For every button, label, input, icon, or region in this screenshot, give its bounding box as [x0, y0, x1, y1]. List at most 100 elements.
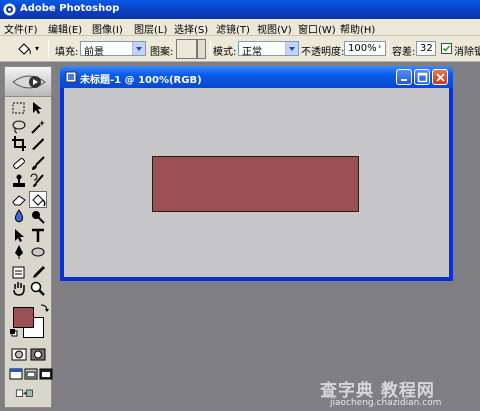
clone-stamp-tool[interactable] [10, 173, 28, 190]
marquee-icon [12, 102, 25, 114]
chevron-down-icon [132, 42, 145, 55]
fill-source-value: 前景 [84, 47, 104, 58]
menu-filter[interactable]: 滤镜(T) [216, 21, 250, 36]
eraser-icon [12, 195, 26, 206]
blend-mode-dropdown[interactable]: 正常 [238, 41, 299, 58]
standard-mode-icon [11, 348, 27, 361]
minimize-icon [401, 79, 407, 81]
move-tool[interactable] [29, 100, 47, 117]
toolbox-header[interactable] [5, 67, 51, 97]
notes-icon [12, 266, 25, 279]
screen-mode-full-button[interactable] [37, 365, 53, 382]
menu-help[interactable]: 帮助(H) [340, 21, 375, 36]
checkmark-icon [442, 45, 451, 52]
screen-mode-standard-button[interactable] [7, 365, 23, 382]
hand-tool[interactable] [10, 280, 28, 297]
lasso-icon [12, 120, 26, 134]
mode-label: 模式: [213, 47, 237, 58]
eraser-tool[interactable] [10, 191, 28, 208]
imageready-icon [15, 389, 33, 397]
pattern-label: 图案: [150, 47, 174, 58]
document-canvas[interactable] [64, 88, 449, 277]
history-brush-tool[interactable] [29, 173, 47, 190]
quick-mask-icon [30, 348, 46, 361]
pen-tool[interactable] [10, 243, 28, 260]
dodge-tool[interactable] [29, 208, 47, 225]
hand-icon [13, 282, 25, 296]
menu-file[interactable]: 文件(F) [4, 21, 38, 36]
tolerance-label: 容差: [392, 47, 416, 58]
healing-brush-tool[interactable] [10, 155, 28, 172]
photoshop-app-icon [3, 3, 16, 16]
opacity-slider-arrow[interactable]: › [378, 42, 381, 51]
path-select-icon [15, 229, 24, 242]
dodge-icon [32, 211, 45, 224]
filled-rectangle-selection [152, 156, 359, 212]
brush-icon [32, 156, 45, 170]
standard-mode-button[interactable] [10, 346, 28, 363]
move-icon [33, 102, 42, 114]
close-button[interactable] [432, 69, 448, 85]
pattern-picker-button[interactable] [197, 39, 206, 59]
clone-stamp-icon [13, 174, 25, 187]
minimize-button[interactable] [396, 69, 412, 85]
foreground-color-swatch[interactable] [13, 307, 34, 328]
eyedropper-tool[interactable] [29, 264, 47, 281]
tool-preset-dropdown-arrow[interactable]: ▾ [35, 44, 39, 53]
magic-wand-icon [31, 120, 45, 134]
screen-mode-full-menu-button[interactable] [22, 365, 38, 382]
menu-view[interactable]: 视图(V) [257, 21, 292, 36]
slice-icon [32, 138, 44, 150]
tolerance-value: 32 [420, 43, 433, 54]
app-title-bar: Adobe Photoshop [0, 0, 480, 19]
healing-brush-icon [13, 158, 25, 169]
pattern-swatch[interactable] [176, 39, 197, 59]
options-separator [210, 40, 211, 58]
paint-bucket-tool-preset-icon[interactable] [16, 41, 32, 57]
menu-window[interactable]: 窗口(W) [298, 21, 336, 36]
document-title-bar[interactable]: 未标题-1 @ 100%(RGB) [60, 66, 453, 88]
notes-tool[interactable] [10, 264, 28, 281]
document-title: 未标题-1 @ 100%(RGB) [80, 75, 202, 86]
options-separator [388, 40, 389, 58]
blur-tool[interactable] [10, 208, 28, 225]
blur-icon [14, 209, 24, 223]
crop-tool[interactable] [10, 135, 28, 152]
close-icon [436, 73, 445, 82]
path-selection-tool[interactable] [10, 227, 28, 244]
screen-mode-full-icon [39, 368, 53, 380]
menu-select[interactable]: 选择(S) [174, 21, 208, 36]
type-tool[interactable] [29, 227, 47, 244]
paint-bucket-tool[interactable] [29, 191, 47, 208]
brush-tool[interactable] [29, 155, 47, 172]
antialias-checkbox[interactable] [441, 43, 452, 54]
shape-tool[interactable] [29, 243, 47, 260]
paint-bucket-icon [32, 194, 46, 207]
menu-edit[interactable]: 编辑(E) [48, 21, 82, 36]
menu-image[interactable]: 图像(I) [92, 21, 123, 36]
zoom-tool[interactable] [29, 280, 47, 297]
jump-to-imageready-button[interactable] [15, 385, 43, 402]
fill-source-dropdown[interactable]: 前景 [80, 41, 146, 58]
marquee-tool[interactable] [10, 100, 28, 117]
watermark-url: jiaocheng.chazidian.com [330, 398, 442, 408]
menu-bar: 文件(F) 编辑(E) 图像(I) 图层(L) 选择(S) 滤镜(T) 视图(V… [0, 19, 480, 36]
type-icon [32, 228, 44, 242]
menu-layer[interactable]: 图层(L) [134, 21, 167, 36]
quick-mask-mode-button[interactable] [29, 346, 47, 363]
photoshop-eye-logo [12, 75, 46, 89]
magic-wand-tool[interactable] [29, 118, 47, 135]
slice-tool[interactable] [29, 135, 47, 152]
pen-icon [15, 245, 23, 259]
blend-mode-value: 正常 [242, 47, 262, 58]
ellipse-shape-icon [31, 247, 45, 257]
eyedropper-icon [33, 266, 45, 278]
tolerance-input[interactable]: 32 [416, 41, 436, 56]
document-window: 未标题-1 @ 100%(RGB) [60, 66, 453, 281]
zoom-icon [30, 281, 45, 296]
lasso-tool[interactable] [10, 118, 28, 135]
default-colors-icon[interactable] [10, 329, 18, 337]
swap-colors-icon[interactable] [39, 303, 49, 313]
maximize-icon [417, 72, 428, 83]
maximize-button[interactable] [414, 69, 430, 85]
